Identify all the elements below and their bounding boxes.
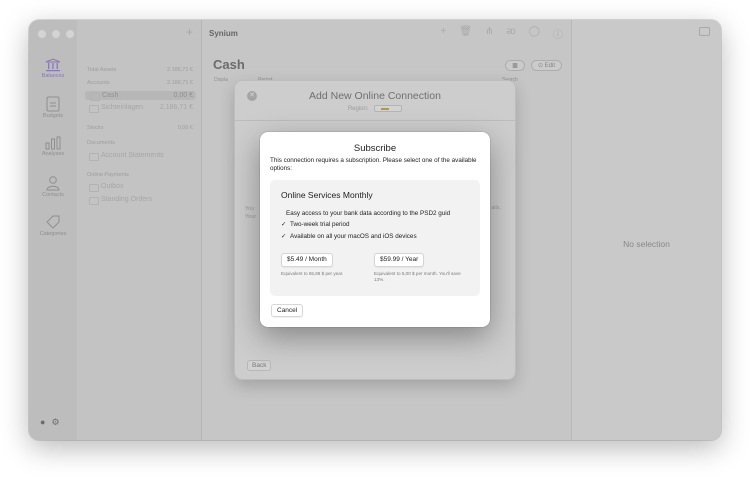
accounts-list: + Total Assets 2.186,71 € Accounts 2.186,71… <box>77 20 202 440</box>
account-item[interactable]: Standing Orders <box>87 196 193 205</box>
subscribe-dialog: Subscribe This connection requires a sub… <box>260 132 490 327</box>
detail-pane: No selection <box>571 20 721 440</box>
account-value: 2.186,71 € <box>167 67 193 73</box>
account-section[interactable]: Accounts 2.186,71 € <box>87 80 193 86</box>
sidebar-item-categories[interactable]: Categories <box>29 214 77 237</box>
close-window-button[interactable] <box>38 30 46 38</box>
account-section[interactable]: Total Assets 2.186,71 € <box>87 67 193 73</box>
monthly-price-button[interactable]: $5.49 / Month <box>281 253 333 267</box>
sidebar-rail: Balances Budgets Analyses Contacts Categ… <box>29 20 77 440</box>
chart-toggle-button[interactable]: ▩ <box>505 60 525 71</box>
account-value: 0,00 € <box>173 92 193 99</box>
sheet-body-text: You Your <box>245 205 256 221</box>
split-icon[interactable]: ⋔ <box>485 26 493 41</box>
checkmark-icon: ✓ <box>281 233 287 240</box>
bar-chart-icon <box>45 136 61 150</box>
column-display: Displa <box>214 77 228 83</box>
edit-label: Edit <box>544 63 555 69</box>
sidebar-item-balances[interactable]: Balances <box>29 58 77 79</box>
plan-card: Online Services Monthly Easy access to y… <box>270 180 480 296</box>
sidebar-item-label: Analyses <box>41 151 65 157</box>
document-icon <box>46 96 60 112</box>
sheet-body-text-right: ails. <box>491 205 501 211</box>
back-button[interactable]: Back <box>247 360 272 371</box>
account-name: Account Statements <box>87 152 164 161</box>
account-value: 2.186,71 € <box>159 104 193 111</box>
monthly-price-note: Equivalent to 65,88 $ per year. <box>281 271 344 276</box>
sidebar-item-budgets[interactable]: Budgets <box>29 96 77 119</box>
plan-feature: ✓ Two-week trial period <box>281 221 350 228</box>
sheet-title: Add New Online Connection <box>309 90 441 102</box>
account-value: 2.186,71 € <box>167 80 193 86</box>
empty-state-label: No selection <box>623 239 670 249</box>
help-icon[interactable]: ⓘ <box>553 26 563 41</box>
account-item[interactable]: Cash 0,00 € <box>85 91 196 101</box>
sidebar-footer: ● ⚙ <box>40 417 60 428</box>
app-title: Synium <box>209 29 238 38</box>
dialog-message: This connection requires a subscription.… <box>270 157 477 173</box>
yearly-price-note: Equivalent to 5,00 $ per month. You'll s… <box>374 271 461 283</box>
sidebar-item-label: Categories <box>39 231 67 237</box>
account-name: Accounts <box>87 80 110 86</box>
account-item[interactable]: Sichteinlagen 2.186,71 € <box>87 104 193 113</box>
body-line: Your <box>245 214 257 220</box>
region-label: Region: <box>347 106 369 113</box>
header-actions: ▩ ⊙ Edit <box>505 60 562 71</box>
sidebar-item-analyses[interactable]: Analyses <box>29 136 77 157</box>
account-name: Outbox <box>87 183 124 192</box>
feature-label: Available on all your macOS and iOS devi… <box>290 233 417 240</box>
account-section[interactable]: Online Payments <box>87 172 193 178</box>
feature-label: Two-week trial period <box>290 221 350 228</box>
region-row: Region: <box>235 105 515 112</box>
person-icon <box>46 176 60 191</box>
account-section[interactable]: Documents <box>87 140 193 146</box>
plan-description: Easy access to your bank data according … <box>286 210 451 217</box>
edit-button[interactable]: ⊙ Edit <box>530 60 562 71</box>
trash-icon[interactable]: 🗑 <box>459 26 472 41</box>
minimize-window-button[interactable] <box>52 30 60 38</box>
account-name: Total Assets <box>87 67 117 73</box>
zoom-window-button[interactable] <box>66 30 74 38</box>
plus-icon[interactable]: + <box>440 26 446 41</box>
account-name: Cash <box>88 92 118 101</box>
region-select[interactable] <box>374 105 403 112</box>
add-account-icon[interactable]: + <box>186 25 193 39</box>
page-title: Cash <box>213 57 245 72</box>
divider <box>235 120 515 121</box>
sidebar-item-label: Budgets <box>42 113 64 119</box>
body-line: You <box>245 206 255 212</box>
window-controls <box>38 30 74 38</box>
person-icon[interactable]: ᴔ <box>506 26 515 41</box>
account-section[interactable]: Stocks 0,00 € <box>87 125 193 131</box>
account-name: Documents <box>87 140 115 146</box>
inspector-toggle-icon[interactable] <box>699 27 710 36</box>
yearly-price-button[interactable]: $59.99 / Year <box>374 253 425 267</box>
bank-icon <box>45 58 61 72</box>
account-item[interactable]: Account Statements <box>87 152 193 161</box>
bank-icon[interactable]: ◯ <box>529 26 540 41</box>
account-name: Standing Orders <box>87 196 152 205</box>
settings-icon[interactable]: ⚙ <box>51 417 59 428</box>
account-value: 0,00 € <box>177 125 193 131</box>
sidebar-item-label: Balances <box>41 73 65 79</box>
tag-icon <box>46 215 60 229</box>
sidebar-item-contacts[interactable]: Contacts <box>29 175 77 198</box>
dialog-title: Subscribe <box>353 143 397 154</box>
user-icon[interactable]: ● <box>40 417 45 428</box>
toolbar: + 🗑 ⋔ ᴔ ◯ ⓘ <box>440 26 563 41</box>
account-name: Stocks <box>87 125 104 131</box>
account-item[interactable]: Outbox <box>87 183 193 192</box>
account-name: Online Payments <box>87 172 129 178</box>
account-name: Sichteinlagen <box>87 104 143 113</box>
plan-name: Online Services Monthly <box>281 190 373 200</box>
plan-feature: ✓ Available on all your macOS and iOS dev… <box>281 233 417 240</box>
checkmark-icon: ✓ <box>281 221 287 228</box>
sidebar-item-label: Contacts <box>42 192 64 198</box>
cancel-button[interactable]: Cancel <box>271 304 304 317</box>
